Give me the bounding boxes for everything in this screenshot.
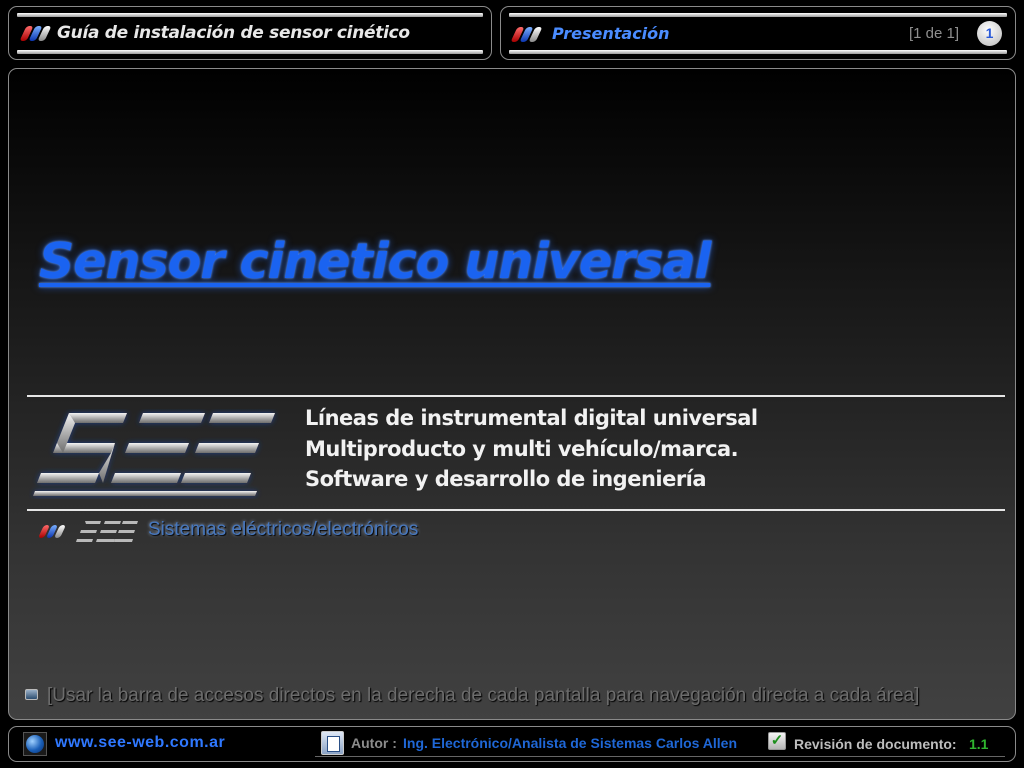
guide-title: Guía de instalación de sensor cinético (57, 23, 410, 43)
header-top-rule (17, 13, 483, 17)
tagline-line-3: Software y desarrollo de ingeniería (305, 467, 707, 491)
tricolor-stripes-icon (37, 525, 67, 538)
document-title: Sensor cinetico universal (39, 233, 711, 290)
tagline-line-1: Líneas de instrumental digital universal (305, 406, 758, 430)
document-icon[interactable] (321, 731, 344, 755)
website-link[interactable]: www.see-web.com.ar (55, 734, 225, 752)
author-name[interactable]: Ing. Electrónico/Analista de Sistemas Ca… (403, 735, 737, 751)
tagline-line-2: Multiproducto y multi vehículo/marca. (305, 437, 739, 461)
see-logo-small (76, 521, 138, 542)
revision-label: Revisión de documento: (794, 736, 957, 752)
footer-bar: www.see-web.com.ar Autor : Ing. Electrón… (8, 726, 1016, 762)
see-logo (33, 413, 275, 496)
section-bottom-rule (509, 50, 1007, 54)
divider (27, 509, 1005, 511)
footer-divider (315, 756, 1005, 757)
square-bullet-icon (25, 689, 38, 700)
main-slide-panel: Sensor cinetico universal Líneas de inst… (8, 68, 1016, 720)
guide-header-panel: Guía de instalación de sensor cinético (8, 6, 492, 60)
checkmark-icon: ✓ (768, 732, 786, 750)
header-bottom-rule (17, 50, 483, 54)
navigation-hint: [Usar la barra de accesos directos en la… (47, 685, 920, 706)
tricolor-stripes-icon (19, 26, 52, 41)
company-name: Sistemas eléctricos/electrónicos (148, 519, 419, 540)
section-top-rule (509, 13, 1007, 17)
divider (27, 395, 1005, 397)
tricolor-stripes-icon (510, 27, 543, 42)
page-count: [1 de 1] (908, 25, 959, 42)
company-signature: Sistemas eléctricos/electrónicos (37, 517, 509, 547)
author-label: Autor : (351, 735, 397, 751)
page-number-badge[interactable]: 1 (977, 21, 1002, 46)
section-title[interactable]: Presentación (552, 24, 670, 43)
globe-icon[interactable] (23, 732, 47, 756)
section-header-panel: Presentación [1 de 1] 1 (500, 6, 1016, 60)
revision-value: 1.1 (969, 736, 989, 752)
